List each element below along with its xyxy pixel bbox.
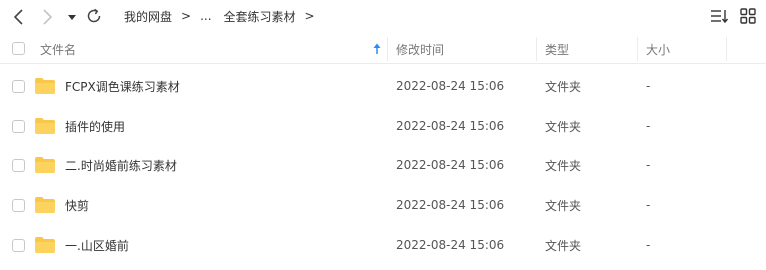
file-row[interactable]: 二.时尚婚前练习素材 2022-08-24 15:06 文件夹 - [0,145,766,185]
file-type: 文件夹 [545,119,582,134]
column-divider[interactable] [387,37,388,61]
folder-icon [35,118,55,134]
toolbar: 我的网盘 > ... 全套练习素材 > [0,0,766,32]
chevron-left-icon [13,9,23,25]
folder-icon [35,78,55,94]
refresh-icon [87,8,101,23]
file-name[interactable]: 快剪 [65,185,89,225]
back-button[interactable] [8,6,30,28]
history-dropdown-button[interactable] [64,9,80,25]
row-checkbox[interactable] [12,239,25,252]
folder-icon [35,197,55,213]
file-modified-time: 2022-08-24 15:06 [396,79,505,93]
file-type: 文件夹 [545,158,582,173]
breadcrumb-item-root[interactable]: 我的网盘 [124,8,172,25]
file-size: - [646,158,651,172]
file-row[interactable]: 一.山区婚前 2022-08-24 15:06 文件夹 - [0,225,766,265]
file-name[interactable]: 插件的使用 [65,106,125,146]
breadcrumb-separator: > [181,9,192,23]
column-header-modified-time[interactable]: 修改时间 [396,34,444,64]
column-divider[interactable] [536,37,537,61]
file-modified-time: 2022-08-24 15:06 [396,158,505,172]
forward-button[interactable] [36,6,58,28]
grid-view-icon [740,8,756,24]
file-size: - [646,119,651,133]
column-header-name[interactable]: 文件名 [40,34,76,64]
breadcrumb-separator: > [304,9,315,23]
select-all-checkbox[interactable] [12,42,25,55]
refresh-button[interactable] [84,6,104,26]
file-row[interactable]: 插件的使用 2022-08-24 15:06 文件夹 - [0,106,766,146]
file-size: - [646,79,651,93]
row-checkbox[interactable] [12,80,25,93]
file-row[interactable]: FCPX调色课练习素材 2022-08-24 15:06 文件夹 - [0,66,766,106]
file-size: - [646,198,651,212]
file-size: - [646,238,651,252]
breadcrumb-item-current[interactable]: 全套练习素材 [224,8,296,25]
column-header-size[interactable]: 大小 [646,34,670,64]
file-name[interactable]: FCPX调色课练习素材 [65,66,180,106]
folder-icon [35,157,55,173]
file-modified-time: 2022-08-24 15:06 [396,119,505,133]
file-type: 文件夹 [545,79,582,94]
row-checkbox[interactable] [12,120,25,133]
column-header-type[interactable]: 类型 [545,34,569,64]
row-checkbox[interactable] [12,159,25,172]
file-manager-window: 我的网盘 > ... 全套练习素材 > 文件名 修改时间 类型 大小 FCPX调… [0,0,766,270]
column-divider[interactable] [637,37,638,61]
column-divider[interactable] [726,37,727,61]
file-modified-time: 2022-08-24 15:06 [396,238,505,252]
grid-view-button[interactable] [738,6,758,26]
file-list-header: 文件名 修改时间 类型 大小 [0,34,766,64]
sort-options-button[interactable] [708,6,730,26]
file-name[interactable]: 一.山区婚前 [65,225,129,265]
arrow-up-icon[interactable] [371,42,383,56]
row-checkbox[interactable] [12,199,25,212]
file-type: 文件夹 [545,238,582,253]
folder-icon [35,237,55,253]
breadcrumb: 我的网盘 > ... 全套练习素材 > [124,6,324,26]
file-type: 文件夹 [545,198,582,213]
file-name[interactable]: 二.时尚婚前练习素材 [65,145,177,185]
file-row[interactable]: 快剪 2022-08-24 15:06 文件夹 - [0,185,766,225]
breadcrumb-item-ellipsis[interactable]: ... [200,9,211,23]
sort-lines-icon [711,10,729,24]
chevron-right-icon [43,9,53,25]
file-modified-time: 2022-08-24 15:06 [396,198,505,212]
caret-down-icon [68,15,76,20]
